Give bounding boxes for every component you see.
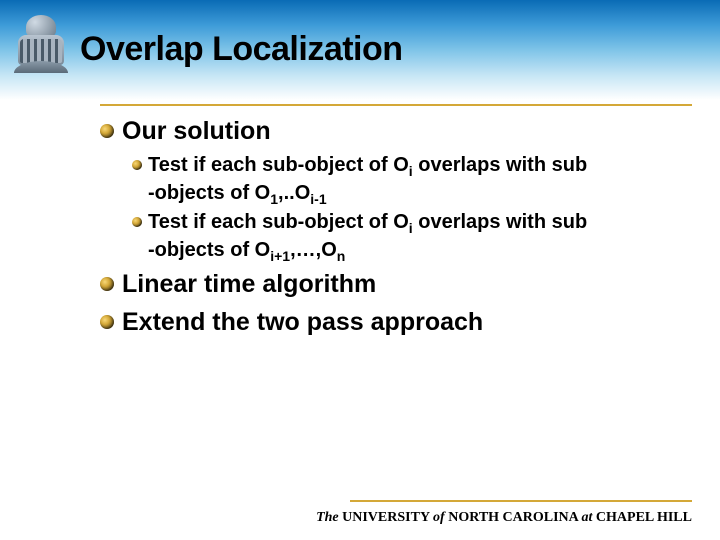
subbullet-text: Test if each sub-object of Oi overlaps w…: [148, 210, 587, 265]
bullet-our-solution: Our solution: [100, 116, 680, 147]
bullet-icon: [100, 124, 114, 138]
bullet-icon: [132, 217, 142, 227]
bullet-extend-approach: Extend the two pass approach: [100, 307, 680, 338]
bullet-icon: [132, 160, 142, 170]
subbullet-test-2: Test if each sub-object of Oi overlaps w…: [132, 210, 680, 265]
bullet-text: Our solution: [122, 116, 271, 147]
bullet-icon: [100, 277, 114, 291]
footer-divider: [350, 500, 692, 502]
bullet-text: Linear time algorithm: [122, 269, 376, 300]
footer-text: The UNIVERSITY of NORTH CAROLINA at CHAP…: [316, 510, 692, 526]
title-divider: [100, 104, 692, 106]
subbullet-text: Test if each sub-object of Oi overlaps w…: [148, 153, 587, 208]
slide-title: Overlap Localization: [80, 30, 403, 69]
bullet-text: Extend the two pass approach: [122, 307, 483, 338]
bullet-icon: [100, 315, 114, 329]
bullet-linear-time: Linear time algorithm: [100, 269, 680, 300]
subbullet-test-1: Test if each sub-object of Oi overlaps w…: [132, 153, 680, 208]
slide-body: Our solution Test if each sub-object of …: [100, 116, 680, 344]
unc-well-logo: [12, 15, 70, 73]
